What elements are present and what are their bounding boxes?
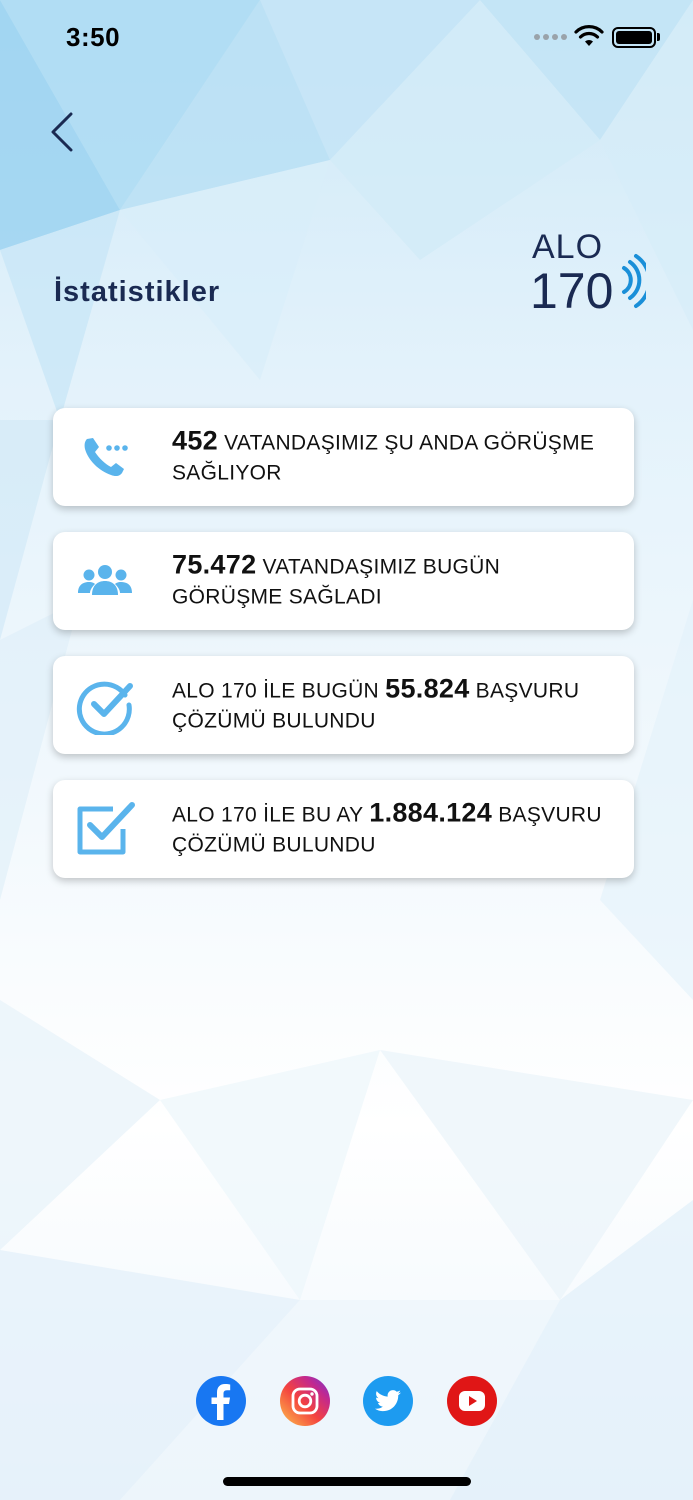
home-indicator[interactable] (223, 1477, 471, 1486)
stat-card-month-solutions: ALO 170 İLE BU AY 1.884.124 BAŞVURU ÇÖZÜ… (53, 780, 634, 878)
stat-card-today-solutions: ALO 170 İLE BUGÜN 55.824 BAŞVURU ÇÖZÜMÜ … (53, 656, 634, 754)
svg-text:ALO: ALO (532, 228, 603, 266)
stat-text: 452 VATANDAŞIMIZ ŞU ANDA GÖRÜŞME SAĞLIYO… (172, 425, 595, 485)
stat-card-active-calls: 452 VATANDAŞIMIZ ŞU ANDA GÖRÜŞME SAĞLIYO… (53, 408, 634, 506)
stat-text: ALO 170 İLE BUGÜN 55.824 BAŞVURU ÇÖZÜMÜ … (172, 673, 580, 733)
check-square-icon (77, 802, 135, 855)
twitter-button[interactable] (363, 1376, 413, 1426)
back-chevron-icon[interactable] (46, 108, 78, 156)
svg-text:170: 170 (530, 263, 613, 318)
page-title: İstatistikler (54, 276, 221, 308)
check-circle-icon (76, 681, 133, 735)
stat-text: ALO 170 İLE BU AY 1.884.124 BAŞVURU ÇÖZÜ… (172, 797, 602, 857)
stat-number: 55.824 (385, 673, 470, 704)
cellular-signal-icon (534, 34, 567, 40)
wifi-icon (574, 25, 604, 46)
status-time: 3:50 (66, 22, 121, 52)
users-group-icon (78, 565, 132, 595)
battery-tip (657, 33, 660, 41)
battery-icon (612, 27, 656, 48)
instagram-icon (291, 1387, 319, 1415)
phone-call-icon (84, 438, 128, 477)
stat-number: 452 (172, 425, 218, 456)
facebook-icon (211, 1384, 231, 1420)
stat-number: 75.472 (172, 549, 257, 580)
alo170-logo: ALO 170 (530, 228, 646, 318)
stat-text: 75.472 VATANDAŞIMIZ BUGÜN GÖRÜŞME SAĞLAD… (172, 549, 501, 609)
stat-number: 1.884.124 (369, 797, 493, 828)
youtube-icon (459, 1391, 485, 1411)
instagram-button[interactable] (280, 1376, 330, 1426)
youtube-button[interactable] (447, 1376, 497, 1426)
stat-card-today-calls: 75.472 VATANDAŞIMIZ BUGÜN GÖRÜŞME SAĞLAD… (53, 532, 634, 630)
facebook-button[interactable] (196, 1376, 246, 1426)
twitter-icon (375, 1390, 401, 1412)
